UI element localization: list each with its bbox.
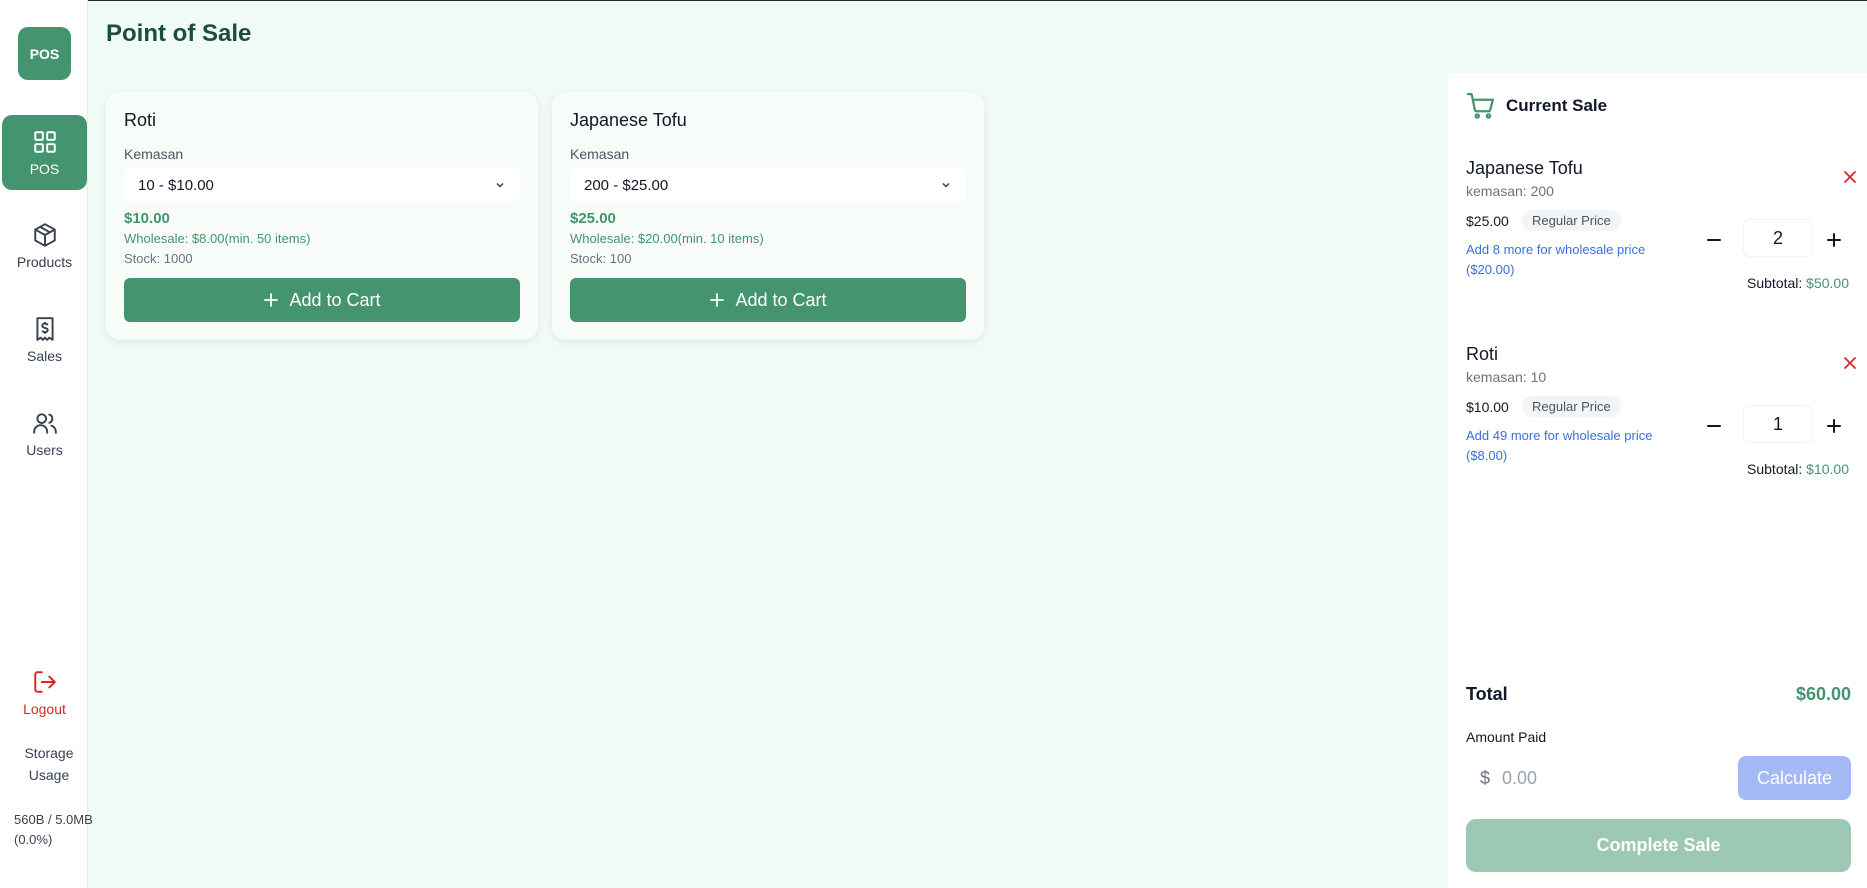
logout-icon <box>33 670 56 693</box>
packaging-select[interactable]: 10 - $10.00 <box>124 168 520 202</box>
sidebar-item-pos[interactable]: POS <box>2 115 87 190</box>
cart-item-name: Japanese Tofu <box>1466 158 1583 178</box>
decrease-quantity-icon[interactable] <box>1704 416 1724 436</box>
subtotal-value: $50.00 <box>1806 275 1849 291</box>
sidebar-item-users[interactable]: Users <box>2 396 87 471</box>
app-logo: POS <box>18 27 71 80</box>
storage-usage-value: 560B / 5.0MB (0.0%) <box>14 812 93 847</box>
remove-item-icon[interactable] <box>1841 354 1859 372</box>
quantity-input[interactable]: 2 <box>1744 220 1812 256</box>
decrease-quantity-icon[interactable] <box>1704 230 1724 250</box>
logout-label: Logout <box>23 700 66 717</box>
packaging-selected-value: 200 - $25.00 <box>584 176 669 194</box>
total-value: $60.00 <box>1795 684 1851 704</box>
cart-header: Current Sale <box>1466 91 1607 121</box>
cart-item-price: $10.00 <box>1466 399 1509 415</box>
subtotal-label: Subtotal: <box>1747 461 1803 477</box>
cart-item-name: Roti <box>1466 344 1499 364</box>
add-to-cart-button[interactable]: Add to Cart <box>124 278 520 322</box>
packaging-selected-value: 10 - $10.00 <box>138 176 214 194</box>
amount-placeholder: 0.00 <box>1502 767 1538 788</box>
package-icon <box>33 222 56 247</box>
product-card: Roti Kemasan 10 - $10.00 $10.00 Wholesal… <box>106 92 538 340</box>
product-card: Japanese Tofu Kemasan 200 - $25.00 $25.0… <box>552 92 984 340</box>
cart-item-price: $25.00 <box>1466 213 1509 229</box>
price-type-badge: Regular Price <box>1522 396 1621 417</box>
product-price: $10.00 <box>124 210 170 227</box>
sidebar-item-products[interactable]: Products <box>2 208 87 283</box>
wholesale-hint: Add 49 more for wholesale price ($8.00) <box>1466 428 1653 463</box>
packaging-label: Kemasan <box>124 146 184 162</box>
sidebar-item-label: Products <box>16 253 73 270</box>
subtotal-value: $10.00 <box>1806 461 1849 477</box>
currency-symbol: $ <box>1480 767 1491 788</box>
current-sale-panel: Current Sale Japanese Tofu kemasan: 200 … <box>1448 73 1867 888</box>
total-label: Total <box>1466 684 1508 704</box>
chevron-down-icon <box>496 182 504 188</box>
stock-info: Stock: 100 <box>570 251 632 266</box>
wholesale-info: Wholesale: $20.00(min. 10 items) <box>570 231 764 246</box>
subtotal-label: Subtotal: <box>1747 275 1803 291</box>
users-icon <box>32 412 57 434</box>
sidebar-item-label: Users <box>26 441 63 458</box>
calculate-button[interactable]: Calculate <box>1738 756 1851 800</box>
storage-usage-label: Storage Usage <box>24 745 74 783</box>
wholesale-hint: Add 8 more for wholesale price ($20.00) <box>1466 242 1646 277</box>
amount-paid-label: Amount Paid <box>1466 729 1547 745</box>
chevron-down-icon <box>942 182 950 188</box>
page-title: Point of Sale <box>106 20 252 47</box>
packaging-select[interactable]: 200 - $25.00 <box>570 168 966 202</box>
cart-item-packaging: kemasan: 200 <box>1466 183 1554 199</box>
sidebar-item-label: POS <box>29 160 60 177</box>
sidebar-item-label: Sales <box>26 347 63 364</box>
product-price: $25.00 <box>570 210 616 227</box>
plus-icon <box>264 293 279 307</box>
cart-item-subtotal: Subtotal: $50.00 <box>1747 275 1849 291</box>
shopping-cart-icon <box>1466 93 1494 119</box>
add-to-cart-label: Add to Cart <box>735 289 827 310</box>
grid-icon <box>33 130 56 153</box>
wholesale-info: Wholesale: $8.00(min. 50 items) <box>124 231 311 246</box>
sidebar: POS POS Products Sales Users Logout Stor… <box>0 0 93 888</box>
add-to-cart-button[interactable]: Add to Cart <box>570 278 966 322</box>
add-to-cart-label: Add to Cart <box>289 289 381 310</box>
sidebar-item-sales[interactable]: Sales <box>2 302 87 377</box>
amount-paid-input[interactable]: $ 0.00 <box>1466 756 1731 800</box>
complete-sale-button[interactable]: Complete Sale <box>1466 819 1851 872</box>
logout-button[interactable]: Logout <box>2 655 87 730</box>
price-type-badge: Regular Price <box>1522 210 1621 231</box>
receipt-icon <box>35 316 54 341</box>
stock-info: Stock: 1000 <box>124 251 193 266</box>
remove-item-icon[interactable] <box>1841 168 1859 186</box>
product-name: Roti <box>124 110 157 130</box>
plus-icon <box>710 293 725 307</box>
increase-quantity-icon[interactable] <box>1824 416 1844 436</box>
increase-quantity-icon[interactable] <box>1824 230 1844 250</box>
quantity-input[interactable]: 1 <box>1744 406 1812 442</box>
cart-item-subtotal: Subtotal: $10.00 <box>1747 461 1849 477</box>
product-name: Japanese Tofu <box>570 110 687 130</box>
cart-item-packaging: kemasan: 10 <box>1466 369 1547 385</box>
cart-title: Current Sale <box>1506 96 1608 115</box>
packaging-label: Kemasan <box>570 146 630 162</box>
